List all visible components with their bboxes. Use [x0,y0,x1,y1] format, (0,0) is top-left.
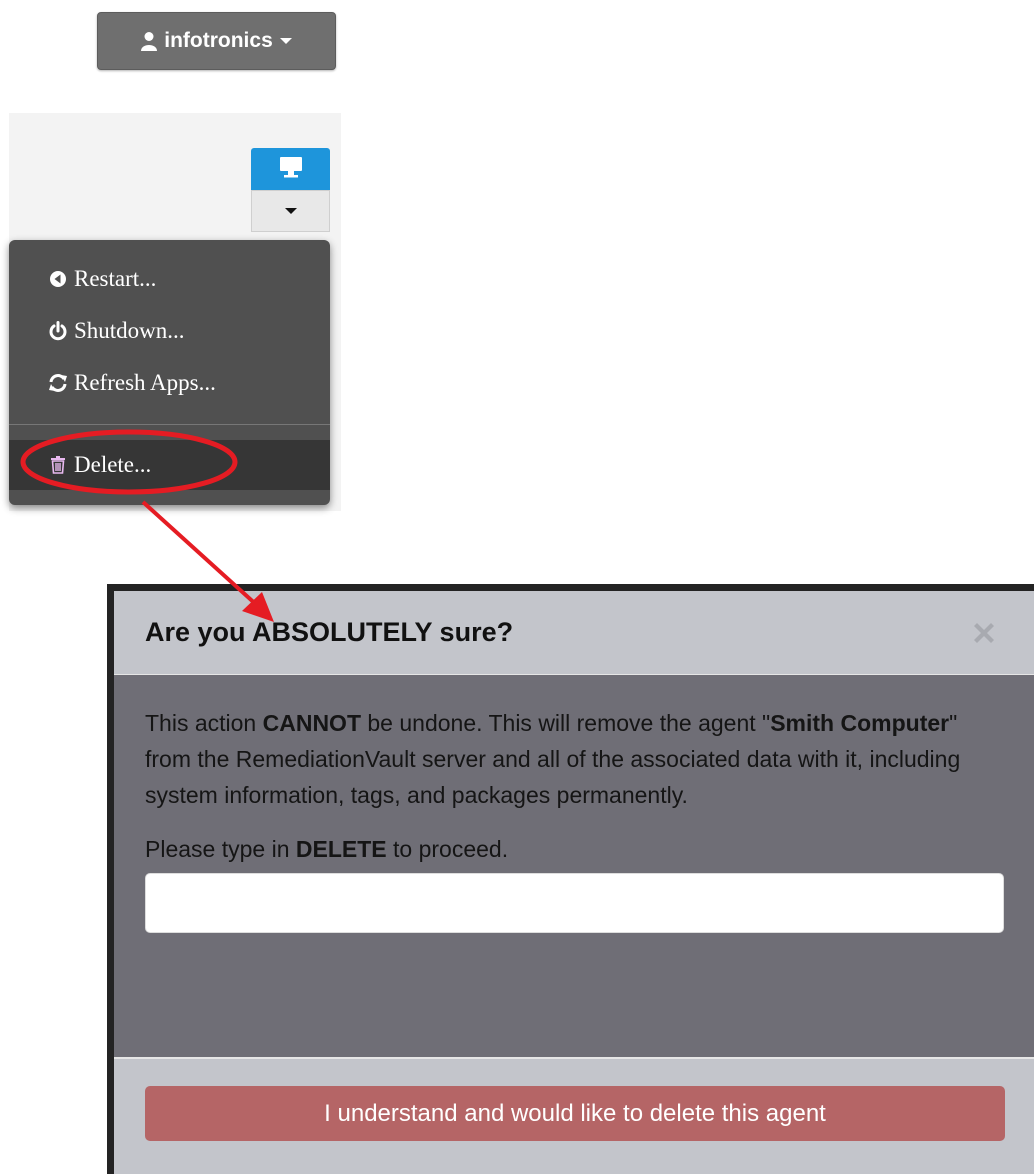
modal-footer: I understand and would like to delete th… [114,1057,1034,1174]
menu-item-restart[interactable]: Restart... [9,253,330,305]
confirm-prompt: Please type in DELETE to proceed. [145,836,509,862]
menu-divider [9,424,330,425]
modal-title: Are you ABSOLUTELY sure? [145,617,514,647]
warning-text: This action CANNOT be undone. This will … [145,710,961,808]
username: infotronics [164,29,273,52]
power-icon [48,321,68,341]
menu-item-delete[interactable]: Delete... [9,440,330,490]
desktop-icon [279,156,303,183]
close-icon[interactable] [967,616,1001,650]
user-menu-button[interactable]: infotronics [97,12,336,70]
agent-monitor-button[interactable] [251,148,330,190]
menu-item-shutdown[interactable]: Shutdown... [9,305,330,357]
restart-icon [48,270,68,288]
trash-icon [48,456,68,474]
delete-confirm-modal: Are you ABSOLUTELY sure? This action CAN… [107,584,1034,1174]
menu-item-label: Shutdown... [74,318,185,343]
caret-down-icon [279,36,293,46]
menu-item-label: Refresh Apps... [74,370,216,395]
confirm-delete-button[interactable]: I understand and would like to delete th… [145,1086,1005,1141]
modal-header: Are you ABSOLUTELY sure? [114,591,1034,675]
caret-down-icon [284,202,297,220]
menu-item-label: Delete... [74,452,152,477]
delete-confirm-input[interactable] [145,873,1004,933]
menu-item-refresh-apps[interactable]: Refresh Apps... [9,357,330,409]
refresh-icon [48,374,68,392]
menu-item-label: Restart... [74,266,157,291]
user-icon [140,31,158,51]
agent-actions-menu: Restart... Shutdown... Refresh Apps... D… [9,240,330,505]
modal-body: This action CANNOT be undone. This will … [114,675,1034,1057]
agent-actions-toggle[interactable] [251,190,330,232]
